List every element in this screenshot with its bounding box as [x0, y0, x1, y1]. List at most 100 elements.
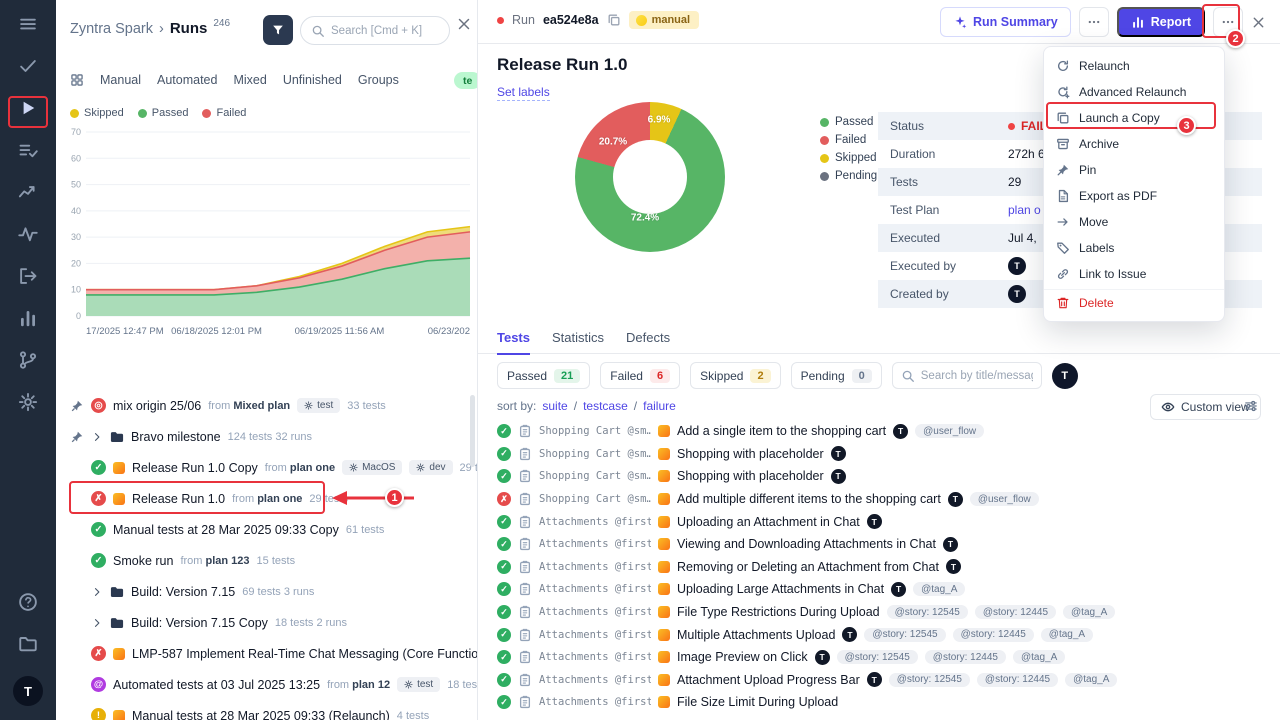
menu-item-advanced-relaunch[interactable]: Advanced Relaunch [1044, 79, 1224, 105]
run-list-item[interactable]: ✗LMP-587 Implement Real-Time Chat Messag… [56, 638, 478, 669]
run-list-item[interactable]: Bravo milestone124 tests 32 runs [56, 421, 478, 452]
run-meta: 18 tests [447, 679, 478, 691]
runs-icon[interactable] [18, 98, 38, 118]
close-icon[interactable] [1251, 15, 1266, 30]
test-row[interactable]: ✓Attachments @firstMultiple Attachments … [478, 623, 1280, 646]
runs-tab-manual[interactable]: Manual [100, 73, 141, 87]
run-list-item[interactable]: ✓Smoke runfrom plan 12315 tests [56, 545, 478, 576]
tab-badge[interactable]: te [454, 72, 478, 89]
menu-item-labels[interactable]: Labels [1044, 235, 1224, 261]
test-row[interactable]: ✓Attachments @firstFile Type Restriction… [478, 601, 1280, 624]
tab-statistics[interactable]: Statistics [552, 330, 604, 355]
view-settings-icon[interactable] [1244, 399, 1258, 413]
menu-item-link-to-issue[interactable]: Link to Issue [1044, 261, 1224, 287]
run-title: Manual tests at 28 Mar 2025 09:33 (Relau… [132, 709, 390, 720]
runs-search[interactable] [300, 16, 450, 45]
test-plan-link[interactable]: plan o [1008, 203, 1041, 217]
gear-icon [404, 680, 413, 689]
run-list-item[interactable]: ✓Release Run 1.0 Copyfrom plan oneMacOSd… [56, 452, 478, 483]
test-row[interactable]: ✓Attachments @firstImage Preview on Clic… [478, 646, 1280, 669]
user-avatar[interactable]: T [13, 676, 43, 706]
tests-search[interactable] [892, 362, 1042, 389]
tab-defects[interactable]: Defects [626, 330, 670, 355]
menu-item-launch-a-copy[interactable]: Launch a Copy [1044, 105, 1224, 131]
pin-slot [70, 709, 84, 720]
run-title: Manual tests at 28 Mar 2025 09:33 Copy [113, 523, 339, 537]
view-grid-icon[interactable] [70, 73, 84, 87]
assignee-filter-avatar[interactable]: T [1052, 363, 1078, 389]
tests-search-input[interactable] [921, 370, 1033, 382]
filter-button[interactable] [263, 15, 293, 45]
tab-tests[interactable]: Tests [497, 330, 530, 355]
test-title: Attachment Upload Progress Bar [677, 673, 860, 687]
run-meta: 33 tests [347, 400, 386, 412]
report-button[interactable]: Report [1117, 7, 1205, 37]
run-list-item[interactable]: Build: Version 7.1569 tests 3 runs [56, 576, 478, 607]
test-suite: Attachments @first [539, 516, 651, 528]
runs-tab-unfinished[interactable]: Unfinished [283, 73, 342, 87]
run-summary-button[interactable]: Run Summary [940, 7, 1071, 37]
sort-by-failure[interactable]: failure [643, 399, 676, 413]
filter-pending[interactable]: Pending0 [791, 362, 882, 389]
runs-tab-mixed[interactable]: Mixed [233, 73, 266, 87]
scrollbar[interactable] [470, 395, 475, 467]
test-row[interactable]: ✓Attachments @firstRemoving or Deleting … [478, 556, 1280, 579]
filter-skipped[interactable]: Skipped2 [690, 362, 781, 389]
chevron-right-icon[interactable] [91, 431, 103, 443]
export-icon[interactable] [18, 266, 38, 286]
assignee-badge: T [815, 650, 830, 665]
pin-slot [70, 492, 84, 506]
test-row[interactable]: ✗Shopping Cart @sm…Add multiple differen… [478, 488, 1280, 511]
test-title: Multiple Attachments Upload [677, 628, 835, 642]
set-labels-link[interactable]: Set labels [497, 85, 550, 101]
pin-slot [70, 616, 84, 630]
analytics-icon[interactable] [18, 182, 38, 202]
test-row[interactable]: ✓Shopping Cart @sm…Shopping with placeho… [478, 465, 1280, 488]
menu-item-relaunch[interactable]: Relaunch [1044, 53, 1224, 79]
sort-by-suite[interactable]: suite [542, 399, 567, 413]
copy-icon[interactable] [607, 13, 621, 27]
projects-icon[interactable] [18, 634, 38, 654]
chevron-right-icon[interactable] [91, 617, 103, 629]
test-row[interactable]: ✓Attachments @firstUploading Large Attac… [478, 578, 1280, 601]
menu-item-export-as-pdf[interactable]: Export as PDF [1044, 183, 1224, 209]
sort-by-testcase[interactable]: testcase [583, 399, 628, 413]
runs-tab-groups[interactable]: Groups [358, 73, 399, 87]
test-row[interactable]: ✓Attachments @firstAttachment Upload Pro… [478, 669, 1280, 692]
run-list-item[interactable]: !Manual tests at 28 Mar 2025 09:33 (Rela… [56, 700, 478, 720]
chevron-right-icon[interactable] [91, 586, 103, 598]
menu-item-move[interactable]: Move [1044, 209, 1224, 235]
test-row[interactable]: ✓Shopping Cart @sm…Shopping with placeho… [478, 443, 1280, 466]
more-button[interactable] [1213, 7, 1243, 37]
menu-item-pin[interactable]: Pin [1044, 157, 1224, 183]
assignee-badge: T [893, 424, 908, 439]
test-row[interactable]: ✓Shopping Cart @sm…Add a single item to … [478, 420, 1280, 443]
pin-slot [70, 585, 84, 599]
run-list-item[interactable]: ✗Release Run 1.0from plan one29 tests [56, 483, 478, 514]
run-list-item[interactable]: ✓Manual tests at 28 Mar 2025 09:33 Copy6… [56, 514, 478, 545]
runs-tab-automated[interactable]: Automated [157, 73, 217, 87]
reports-icon[interactable] [18, 308, 38, 328]
test-cases-icon[interactable] [18, 56, 38, 76]
runs-search-input[interactable] [331, 25, 439, 37]
test-row[interactable]: ✓Attachments @firstViewing and Downloadi… [478, 533, 1280, 556]
test-row[interactable]: ✓Attachments @firstFile Size Limit Durin… [478, 691, 1280, 714]
run-list-item[interactable]: ◎mix origin 25/06from Mixed plantest33 t… [56, 390, 478, 421]
integrations-icon[interactable] [18, 350, 38, 370]
more-button-secondary[interactable] [1079, 7, 1109, 37]
menu-item-delete[interactable]: Delete [1044, 289, 1224, 315]
help-icon[interactable] [18, 592, 38, 612]
test-row[interactable]: ✓Attachments @firstUploading an Attachme… [478, 510, 1280, 533]
filter-passed[interactable]: Passed21 [497, 362, 590, 389]
test-plans-icon[interactable] [18, 140, 38, 160]
settings-icon[interactable] [18, 392, 38, 412]
activity-icon[interactable] [18, 224, 38, 244]
breadcrumb-project[interactable]: Zyntra Spark [70, 21, 153, 37]
run-list-item[interactable]: @Automated tests at 03 Jul 2025 13:25fro… [56, 669, 478, 700]
run-list-item[interactable]: Build: Version 7.15 Copy18 tests 2 runs [56, 607, 478, 638]
hamburger-icon[interactable] [18, 14, 38, 34]
menu-item-archive[interactable]: Archive [1044, 131, 1224, 157]
filter-failed[interactable]: Failed6 [600, 362, 680, 389]
panel-close-icon[interactable] [456, 16, 472, 32]
test-tag: @story: 12545 [887, 605, 968, 619]
